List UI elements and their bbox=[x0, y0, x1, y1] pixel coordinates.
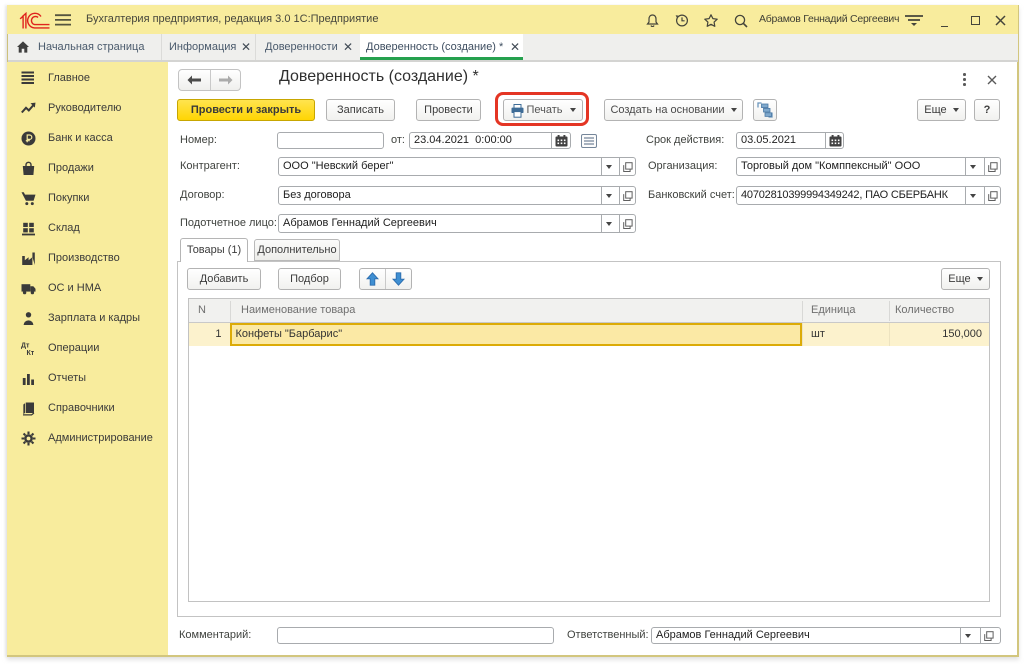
svg-text:Кт: Кт bbox=[27, 350, 35, 356]
svg-text:Дт: Дт bbox=[21, 343, 30, 350]
